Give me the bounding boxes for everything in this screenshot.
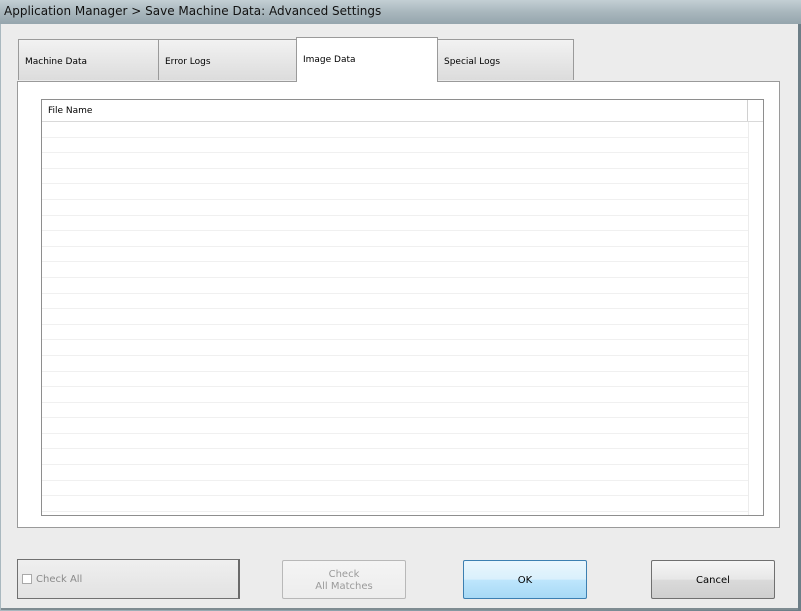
list-row-empty xyxy=(42,153,748,169)
list-row-empty xyxy=(42,138,748,154)
list-row-empty xyxy=(42,122,748,138)
dialog-client-area: Machine Data Error Logs Image Data Speci… xyxy=(1,24,798,610)
window-title: Application Manager > Save Machine Data:… xyxy=(4,4,382,18)
tab-machine-data[interactable]: Machine Data xyxy=(18,39,160,80)
list-row-empty xyxy=(42,200,748,216)
tab-special-logs[interactable]: Special Logs xyxy=(437,39,574,80)
file-list[interactable]: File Name xyxy=(41,99,764,516)
column-divider xyxy=(748,122,749,515)
file-list-rows xyxy=(42,122,748,515)
list-row-empty xyxy=(42,184,748,200)
ok-button[interactable]: OK xyxy=(463,560,587,599)
cancel-button-label: Cancel xyxy=(696,575,730,586)
list-row-empty xyxy=(42,496,748,512)
ok-button-label: OK xyxy=(517,575,533,586)
list-row-empty xyxy=(42,309,748,325)
list-row-empty xyxy=(42,387,748,403)
checkbox-box[interactable] xyxy=(22,574,32,584)
button-label-line2: All Matches xyxy=(315,581,373,592)
list-row-empty xyxy=(42,403,748,419)
list-row-empty xyxy=(42,325,748,341)
column-header-filler xyxy=(748,100,763,121)
list-row-empty xyxy=(42,340,748,356)
app-window: Application Manager > Save Machine Data:… xyxy=(0,0,801,611)
tab-label: Error Logs xyxy=(165,57,211,67)
list-row-empty xyxy=(42,434,748,450)
list-row-empty xyxy=(42,169,748,185)
list-row-empty xyxy=(42,262,748,278)
tab-label: Special Logs xyxy=(444,57,501,67)
list-row-empty xyxy=(42,231,748,247)
column-header-label: File Name xyxy=(48,106,93,116)
list-row-empty xyxy=(42,418,748,434)
cancel-button[interactable]: Cancel xyxy=(651,560,775,599)
button-label-line1: Check xyxy=(328,569,360,580)
check-all-checkbox[interactable]: Check All xyxy=(17,559,240,599)
tab-error-logs[interactable]: Error Logs xyxy=(158,39,298,80)
list-row-empty xyxy=(42,449,748,466)
tab-label: Image Data xyxy=(303,55,356,65)
list-row-empty xyxy=(42,465,748,481)
list-row-empty xyxy=(42,216,748,232)
tab-label: Machine Data xyxy=(25,57,88,67)
list-row-empty xyxy=(42,278,748,294)
image-data-panel: File Name xyxy=(17,81,780,528)
list-row-empty xyxy=(42,356,748,372)
column-header-file-name[interactable]: File Name xyxy=(42,100,748,121)
check-all-matches-button[interactable]: Check All Matches xyxy=(282,560,406,599)
list-header: File Name xyxy=(42,100,763,122)
list-row-empty xyxy=(42,247,748,263)
tab-image-data[interactable]: Image Data xyxy=(296,37,438,82)
list-row-empty xyxy=(42,481,748,497)
title-bar[interactable]: Application Manager > Save Machine Data:… xyxy=(0,0,801,24)
list-row-empty xyxy=(42,294,748,310)
list-row-empty xyxy=(42,372,748,388)
check-all-label: Check All xyxy=(36,574,83,585)
